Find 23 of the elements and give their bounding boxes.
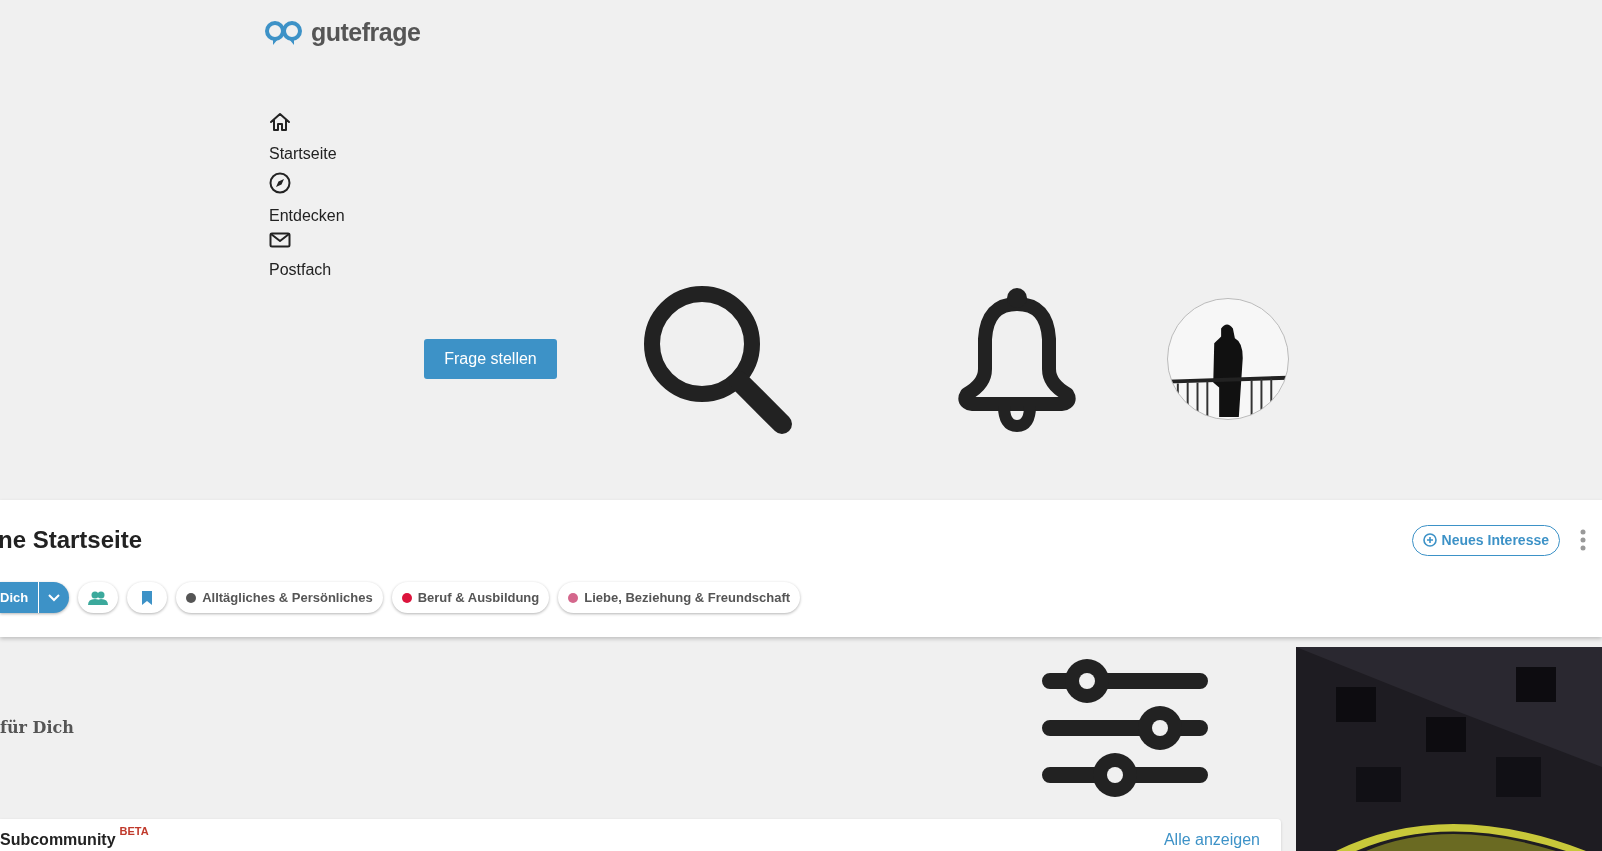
beta-label: BETA [119,825,149,837]
nav-link[interactable]: Postfach [269,231,1602,292]
card-title: Subcommunity [0,831,116,849]
section-heading: für Dich [0,717,75,739]
plus-circle-icon [1422,533,1437,547]
home-icon [269,111,291,132]
compass-icon [269,171,291,194]
page-title: ne Startseite [0,525,143,555]
search-icon[interactable] [642,283,792,434]
more-options-icon[interactable] [1580,529,1586,551]
nav-link[interactable]: Startseite [269,111,1602,172]
people-icon [88,590,109,605]
mail-icon [269,231,291,248]
topic-chip[interactable]: Alltägliches & Persönliches [176,582,383,613]
bookmark-filter-button[interactable] [127,582,168,613]
logo-text: gutefrage [311,17,421,48]
logo-icon [265,18,303,47]
show-all-link[interactable]: Alle anzeigen [1163,831,1260,849]
bookmark-icon [142,590,153,605]
topic-chip[interactable]: Liebe, Beziehung & Freundschaft [558,582,801,613]
nav-link[interactable]: Entdecken [269,171,1602,232]
people-filter-button[interactable] [78,582,119,613]
topic-chip[interactable]: Beruf & Ausbildung [391,582,550,613]
